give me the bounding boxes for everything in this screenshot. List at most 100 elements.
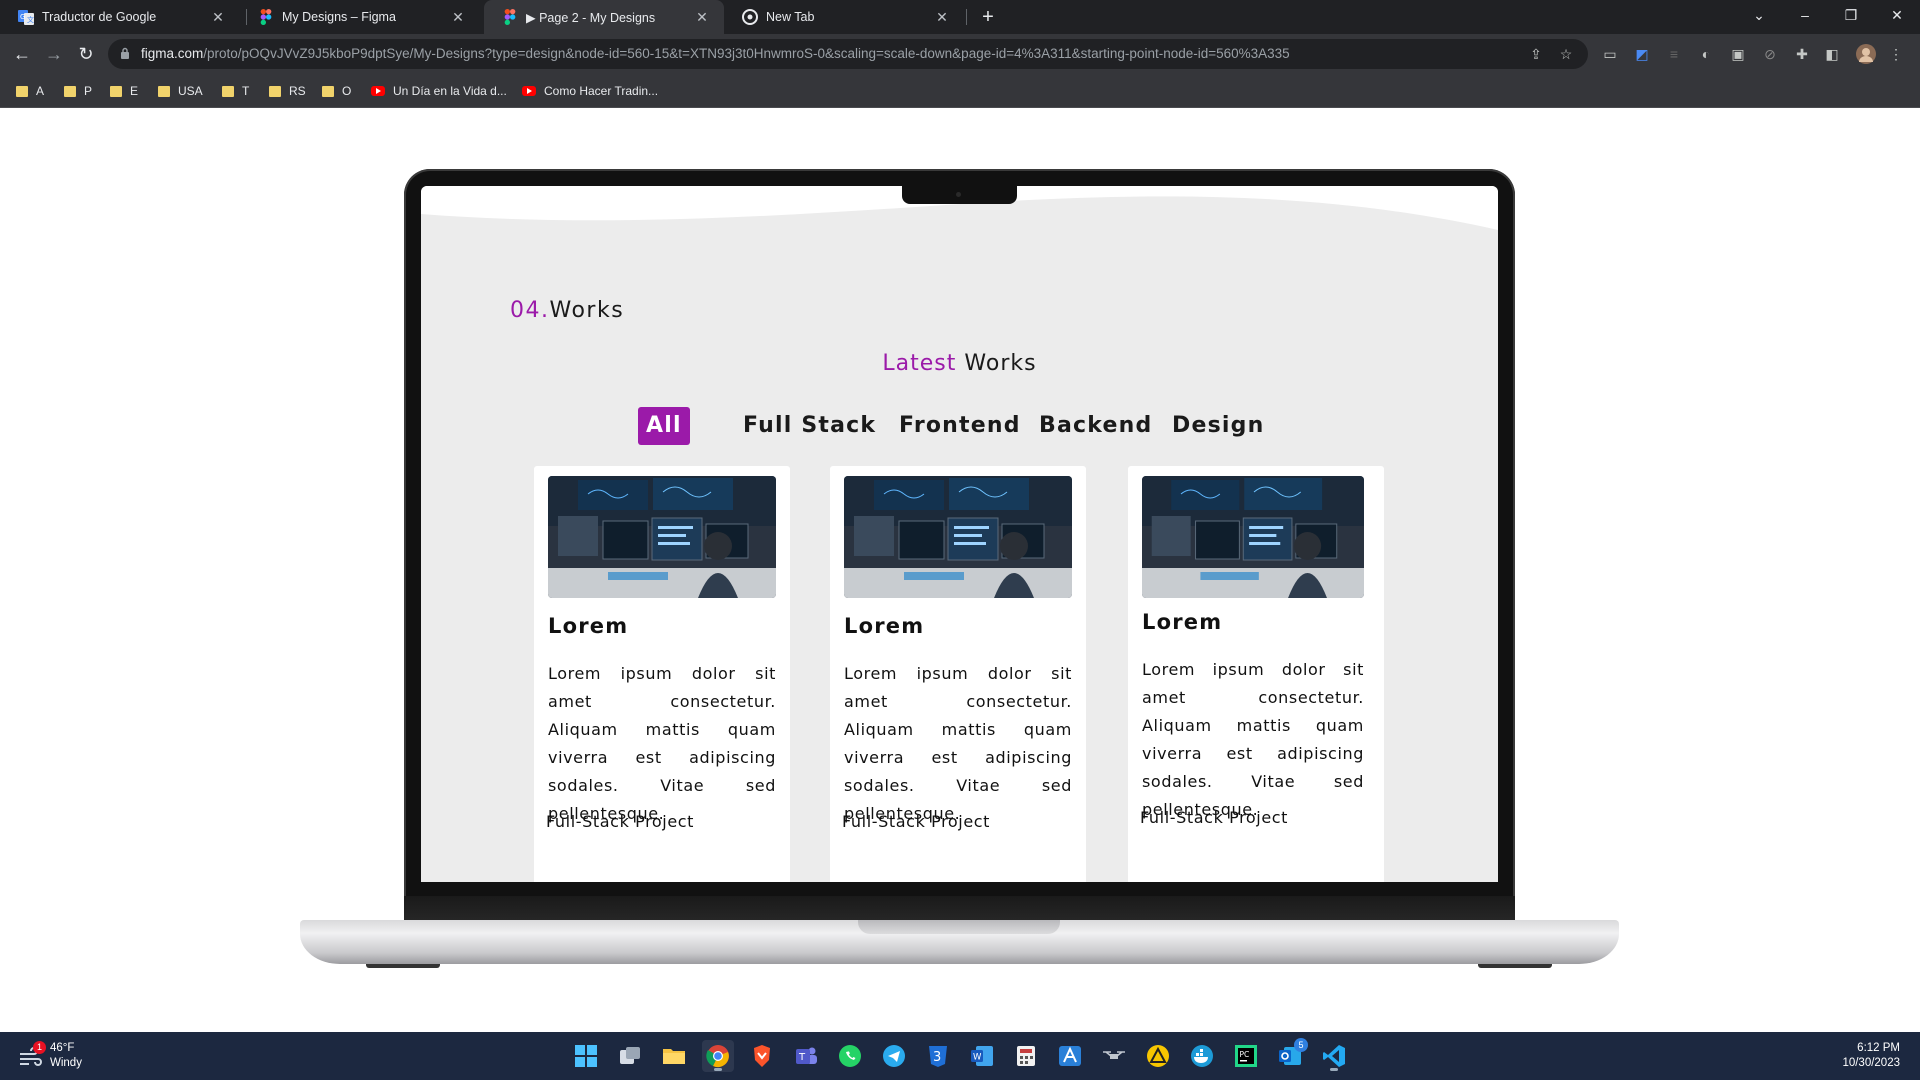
vscode-icon[interactable] [1318,1040,1350,1072]
tab-title: ▶ Page 2 - My Designs [526,10,656,25]
profile-avatar[interactable] [1856,44,1876,64]
filter-frontend[interactable]: Frontend [899,407,1021,445]
extension-inactive-icon[interactable]: ≡ [1664,44,1684,64]
laptop-notch [902,186,1017,204]
bookmark-folder[interactable]: USA [158,74,203,108]
filter-backend[interactable]: Backend [1039,407,1152,445]
windows-start-icon[interactable] [570,1040,602,1072]
laptop-screen: 04.Works Latest Works All Full Stack Fro… [421,186,1498,882]
tab-page2-my-designs[interactable]: ▶ Page 2 - My Designs ✕ [484,0,724,34]
azure-data-studio-icon[interactable] [1054,1040,1086,1072]
app-3-icon[interactable]: 3 [922,1040,954,1072]
back-arrow-icon[interactable]: ← [8,40,36,68]
folder-icon [322,85,334,97]
work-card[interactable]: Lorem Lorem ipsum dolor sit amet consect… [1128,466,1384,882]
brave-icon[interactable] [746,1040,778,1072]
bookmark-folder[interactable]: E [110,74,138,108]
notification-badge: 1 [33,1041,46,1054]
docker-icon[interactable] [1186,1040,1218,1072]
bookmark-folder[interactable]: P [64,74,92,108]
restore-icon[interactable]: ❐ [1828,0,1874,34]
card-footer: Full-Stack Project [842,812,991,831]
google-translate-icon: G文 [18,9,34,25]
tab-title: Traductor de Google [42,10,157,24]
url-text: figma.com/proto/pOQvJVvZ9J5kboP9dptSye/M… [141,39,1521,69]
bookmark-folder[interactable]: O [322,74,351,108]
bookmark-youtube[interactable]: Como Hacer Tradin... [522,74,658,108]
extension-contrast-icon[interactable]: ◐ [1696,44,1716,64]
close-tab-icon[interactable]: ✕ [694,9,710,26]
laptop-lip [858,920,1060,934]
card-description: Lorem ipsum dolor sit amet consectetur. … [548,664,776,823]
bookmark-label: A [36,84,45,98]
bookmark-label: P [84,84,93,98]
filter-design[interactable]: Design [1172,407,1264,445]
bookmark-folder[interactable]: T [222,74,249,108]
bookmark-folder[interactable]: RS [269,74,306,108]
share-icon[interactable]: ⇪ [1526,44,1546,64]
window-close-icon[interactable]: ✕ [1874,0,1920,34]
bookmark-label: USA [178,84,203,98]
teams-icon[interactable]: T [790,1040,822,1072]
tab-new-tab[interactable]: New Tab ✕ [724,0,964,34]
close-tab-icon[interactable]: ✕ [210,9,226,26]
work-card[interactable]: Lorem Lorem ipsum dolor sit amet consect… [830,466,1086,882]
bookmark-label: E [130,84,139,98]
youtube-icon [522,86,536,96]
work-card[interactable]: Lorem Lorem ipsum dolor sit amet consect… [534,466,790,882]
clock-time: 6:12 PM [1857,1042,1900,1054]
title-accent: Latest [882,351,957,376]
calculator-icon[interactable] [1010,1040,1042,1072]
extension-cast-icon[interactable]: ▭ [1600,44,1620,64]
side-panel-icon[interactable]: ◧ [1822,44,1842,64]
pycharm-icon[interactable]: PC [1230,1040,1262,1072]
filter-all[interactable]: All [638,407,690,445]
tab-title: New Tab [766,10,815,24]
extension-translate-icon[interactable]: ◩ [1632,44,1652,64]
close-tab-icon[interactable]: ✕ [450,9,466,26]
extension-compass-icon[interactable]: ⊘ [1760,44,1780,64]
bookmark-youtube[interactable]: Un Día en la Vida d... [371,74,507,108]
system-clock[interactable]: 6:12 PM 10/30/2023 [1842,1041,1900,1071]
new-tab-button[interactable]: + [976,0,1000,34]
outlook-icon[interactable]: 5 [1274,1038,1308,1072]
card-title: Lorem [844,614,925,638]
extensions-puzzle-icon[interactable]: ✚ [1792,44,1812,64]
bookmark-folder[interactable]: A [16,74,44,108]
minimize-icon[interactable]: – [1782,0,1828,34]
camera-icon [956,192,961,197]
folder-icon [16,85,28,97]
close-tab-icon[interactable]: ✕ [934,9,950,26]
weather-widget[interactable]: 1 46°F Windy [18,1040,82,1072]
project-image [1142,476,1364,598]
lock-icon [121,47,129,59]
address-bar[interactable]: figma.com/proto/pOQvJVvZ9J5kboP9dptSye/M… [108,39,1588,69]
tab-my-designs-figma[interactable]: My Designs – Figma ✕ [240,0,480,34]
page-title: Latest Works [421,351,1498,376]
filter-full-stack[interactable]: Full Stack [743,407,876,445]
filter-tabs: All Full Stack Frontend Backend Design [421,407,1498,445]
chrome-taskbar-icon[interactable] [702,1040,734,1072]
alert-app-icon[interactable] [1142,1040,1174,1072]
laptop-foot [366,964,440,968]
tab-google-translate[interactable]: G文 Traductor de Google ✕ [0,0,240,34]
drone-app-icon[interactable] [1098,1040,1130,1072]
folder-icon [64,85,76,97]
menu-kebab-icon[interactable]: ⋮ [1886,44,1906,64]
developer-workstation-image [548,476,776,598]
word-icon[interactable]: W [966,1040,998,1072]
youtube-icon [371,86,385,96]
browser-tab-strip: G文 Traductor de Google ✕ My Designs – Fi… [0,0,1920,34]
task-view-icon[interactable] [614,1040,646,1072]
telegram-icon[interactable] [878,1040,910,1072]
card-description: Lorem ipsum dolor sit amet consectetur. … [844,664,1072,823]
whatsapp-icon[interactable] [834,1040,866,1072]
reload-icon[interactable]: ↻ [72,40,100,68]
bookmark-star-icon[interactable]: ☆ [1556,44,1576,64]
tab-search-chevron-icon[interactable]: ⌄ [1736,0,1782,34]
forward-arrow-icon[interactable]: → [40,40,68,68]
file-explorer-icon[interactable] [658,1040,690,1072]
figma-icon [258,9,274,25]
extension-window-icon[interactable]: ▣ [1728,44,1748,64]
title-rest: Works [964,351,1037,376]
